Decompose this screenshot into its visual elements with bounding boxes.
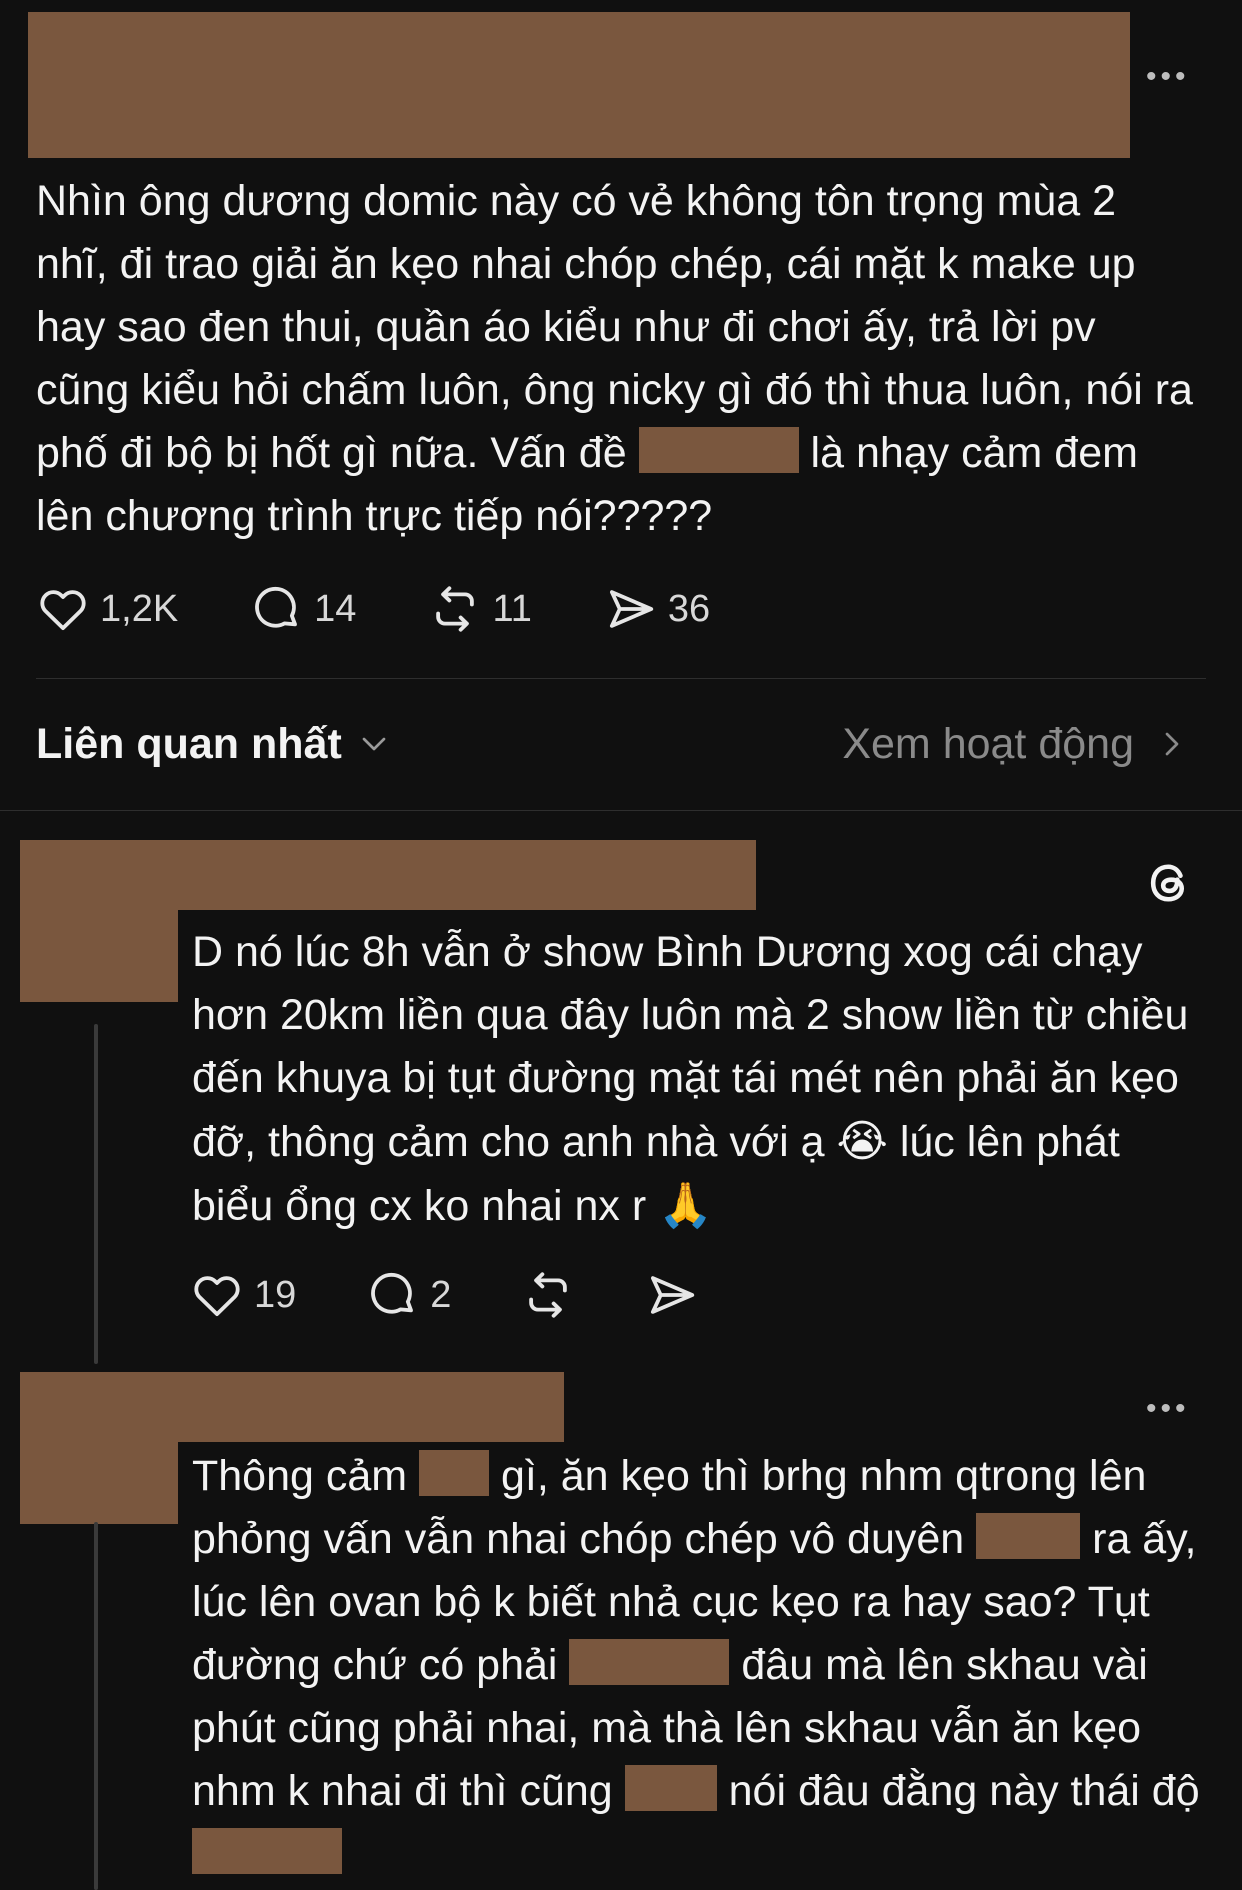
share-icon (609, 590, 654, 628)
section-divider (0, 810, 1242, 811)
redacted-username (178, 1372, 564, 1442)
share-button[interactable]: 36 (604, 582, 710, 636)
share-button[interactable] (645, 1268, 699, 1322)
sort-dropdown[interactable]: Liên quan nhất (36, 720, 394, 769)
sort-row: Liên quan nhất Xem hoạt động (36, 714, 1192, 774)
redacted-inline (192, 1828, 342, 1874)
heart-icon (194, 1276, 240, 1317)
reply-text: Thông cảm gì, ăn kẹo thì brhg nhm qtrong… (192, 1445, 1212, 1886)
redacted-inline (419, 1450, 490, 1496)
repost-button[interactable]: 11 (428, 582, 532, 636)
post-actions: 1,2K 14 11 36 (36, 582, 710, 636)
repost-icon (436, 586, 475, 632)
thread-line (94, 1522, 98, 1890)
redacted-username (178, 840, 756, 910)
more-options-icon[interactable]: ••• (1146, 1392, 1190, 1426)
share-icon (651, 1276, 695, 1314)
comment-icon (255, 586, 298, 628)
repost-icon (529, 1272, 568, 1318)
view-activity-link[interactable]: Xem hoạt động (842, 720, 1192, 769)
thread-line (94, 1024, 98, 1364)
like-count: 1,2K (100, 587, 179, 630)
crying-emoji: 😭 (836, 1117, 888, 1166)
heart-icon (40, 590, 86, 631)
redacted-avatar (20, 1372, 178, 1524)
comment-button[interactable]: 2 (366, 1268, 451, 1322)
reply-text-part-5: nói đâu đằng này thái độ (728, 1767, 1200, 1815)
pray-emoji: 🙏 (658, 1181, 713, 1230)
comment-button[interactable]: 14 (250, 582, 356, 636)
threads-logo-icon (1150, 864, 1185, 902)
like-button[interactable]: 19 (190, 1268, 296, 1322)
more-options-icon[interactable]: ••• (1146, 60, 1190, 94)
reply-actions: 19 2 (190, 1268, 699, 1322)
redacted-avatar (20, 840, 178, 1002)
reply-text-part-1: Thông cảm (192, 1452, 408, 1500)
share-count: 36 (667, 587, 711, 630)
sort-label: Liên quan nhất (36, 719, 342, 768)
redacted-author-header (28, 12, 1130, 158)
view-activity-label: Xem hoạt động (842, 719, 1134, 768)
redacted-inline (976, 1513, 1081, 1559)
redacted-inline (569, 1639, 730, 1685)
redacted-inline (624, 1765, 717, 1811)
post-text: Nhìn ông dương domic này có vẻ không tôn… (36, 170, 1196, 548)
comment-icon (371, 1272, 414, 1314)
comment-count: 2 (430, 1273, 452, 1316)
like-button[interactable]: 1,2K (36, 582, 178, 636)
like-count: 19 (254, 1273, 297, 1316)
chevron-down-icon (362, 737, 386, 751)
divider (36, 678, 1206, 679)
chevron-right-icon (1165, 732, 1179, 756)
reply-text: D nó lúc 8h vẫn ở show Bình Dương xog cá… (192, 921, 1212, 1238)
comment-count: 14 (314, 587, 357, 630)
repost-button[interactable] (521, 1268, 575, 1322)
redacted-inline (638, 427, 799, 473)
repost-count: 11 (492, 587, 532, 630)
